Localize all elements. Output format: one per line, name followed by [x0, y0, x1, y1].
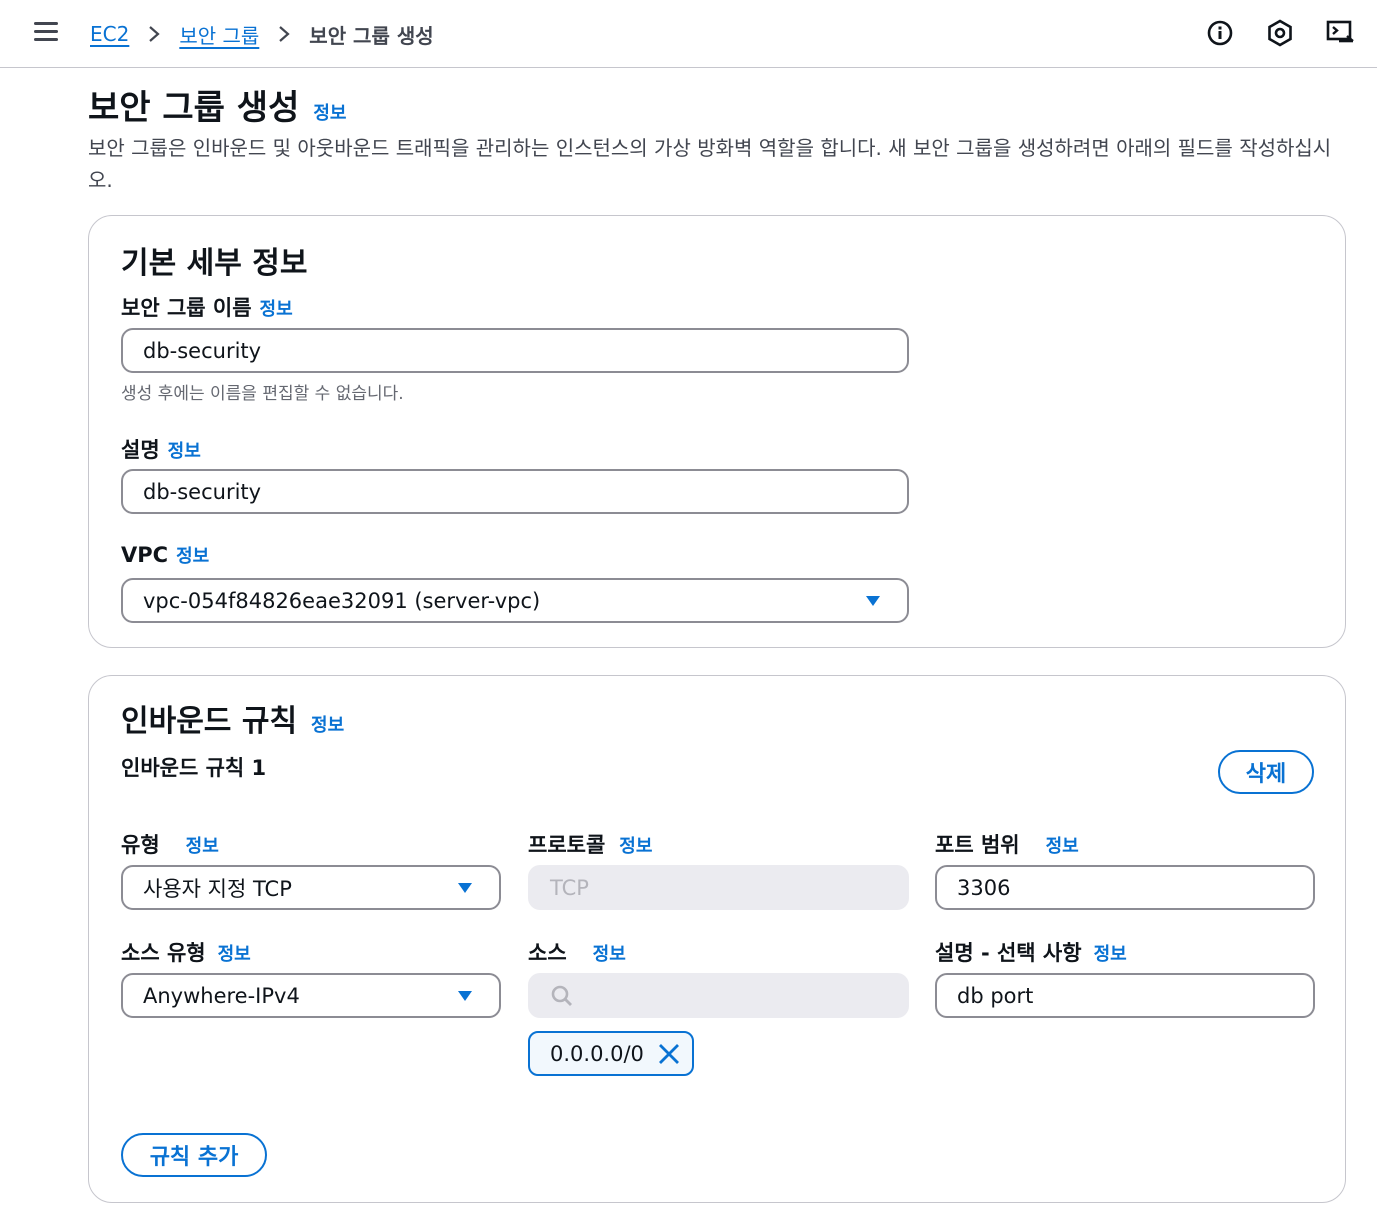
inbound-rule-1-title: 인바운드 규칙 1 [121, 756, 267, 780]
add-rule-button[interactable]: 규칙 추가 [121, 1133, 267, 1177]
chevron-right-icon [147, 26, 161, 42]
caret-down-icon [458, 883, 472, 893]
rule-description-label: 설명 - 선택 사항 정보 [935, 937, 1127, 967]
vpc-info-link[interactable]: 정보 [176, 542, 209, 568]
basic-details-title: 기본 세부 정보 [121, 238, 308, 282]
close-icon[interactable] [658, 1043, 680, 1065]
description-info-link[interactable]: 정보 [168, 437, 201, 463]
page-title: 보안 그룹 생성 [88, 88, 300, 128]
vpc-label-text: VPC [121, 543, 169, 567]
source-type-label-text: 소스 유형 [121, 941, 206, 965]
vpc-label: VPC 정보 [121, 542, 209, 568]
type-select[interactable]: 사용자 지정 TCP [121, 865, 501, 910]
delete-rule-button[interactable]: 삭제 [1218, 750, 1314, 794]
protocol-label: 프로토콜 정보 [528, 829, 652, 859]
type-value: 사용자 지정 TCP [143, 876, 292, 901]
sg-name-label-text: 보안 그룹 이름 [121, 296, 252, 320]
breadcrumb: EC2 보안 그룹 보안 그룹 생성 [90, 20, 434, 48]
source-label-text: 소스 [528, 941, 567, 965]
description-input[interactable]: db-security [121, 469, 909, 514]
sg-name-input[interactable]: db-security [121, 328, 909, 373]
sg-name-label: 보안 그룹 이름 정보 [121, 292, 293, 322]
info-circle-icon[interactable] [1205, 18, 1235, 48]
port-range-input[interactable]: 3306 [935, 865, 1315, 910]
page-info-link[interactable]: 정보 [313, 99, 346, 125]
source-type-info-link[interactable]: 정보 [218, 940, 251, 966]
caret-down-icon [458, 991, 472, 1001]
source-type-select[interactable]: Anywhere-IPv4 [121, 973, 501, 1018]
rule-description-info-link[interactable]: 정보 [1094, 940, 1127, 966]
source-type-label: 소스 유형 정보 [121, 937, 251, 967]
inbound-rules-panel: 인바운드 규칙 정보 인바운드 규칙 1 삭제 유형 정보 사용자 지정 TCP… [88, 675, 1346, 1203]
breadcrumb-ec2[interactable]: EC2 [90, 22, 129, 46]
description-label-text: 설명 [121, 438, 160, 462]
source-type-value: Anywhere-IPv4 [143, 983, 300, 1008]
page-description: 보안 그룹은 인바운드 및 아웃바운드 트래픽을 관리하는 인스턴스의 가상 방… [88, 136, 1332, 192]
type-label-text: 유형 [121, 833, 160, 857]
protocol-info-link[interactable]: 정보 [619, 832, 652, 858]
caret-down-icon [866, 596, 880, 606]
source-token: 0.0.0.0/0 [528, 1031, 694, 1076]
sg-name-value: db-security [143, 338, 262, 363]
rule-description-label-text: 설명 - 선택 사항 [935, 941, 1082, 965]
breadcrumb-security-groups[interactable]: 보안 그룹 [179, 20, 259, 49]
search-icon [551, 985, 572, 1006]
type-label: 유형 정보 [121, 829, 219, 859]
source-search-input[interactable] [528, 973, 909, 1018]
source-label: 소스 정보 [528, 937, 626, 967]
protocol-value: TCP [550, 875, 589, 900]
port-range-value: 3306 [957, 875, 1011, 900]
chevron-right-icon [277, 26, 291, 42]
description-label: 설명 정보 [121, 434, 201, 464]
page-header: 보안 그룹 생성 정보 [88, 80, 346, 129]
cloudshell-icon[interactable] [1325, 18, 1355, 48]
top-navigation: EC2 보안 그룹 보안 그룹 생성 [0, 0, 1377, 68]
vpc-value: vpc-054f84826eae32091 (server-vpc) [143, 588, 541, 613]
port-range-label-text: 포트 범위 [935, 833, 1020, 857]
rule-description-input[interactable]: db port [935, 973, 1315, 1018]
port-range-info-link[interactable]: 정보 [1046, 832, 1079, 858]
inbound-rules-heading: 인바운드 규칙 [121, 704, 298, 739]
sg-name-hint: 생성 후에는 이름을 편집할 수 없습니다. [121, 384, 404, 404]
protocol-label-text: 프로토콜 [528, 833, 606, 857]
protocol-input: TCP [528, 865, 909, 910]
port-range-label: 포트 범위 정보 [935, 829, 1079, 859]
settings-hex-icon[interactable] [1265, 18, 1295, 48]
rule-description-value: db port [957, 983, 1034, 1008]
inbound-info-link[interactable]: 정보 [311, 711, 344, 737]
sg-name-info-link[interactable]: 정보 [260, 295, 293, 321]
menu-icon[interactable] [34, 22, 58, 44]
description-value: db-security [143, 479, 262, 504]
basic-details-heading: 기본 세부 정보 [121, 246, 308, 281]
type-info-link[interactable]: 정보 [186, 832, 219, 858]
inbound-rules-title: 인바운드 규칙 정보 [121, 696, 344, 740]
source-token-value: 0.0.0.0/0 [550, 1041, 644, 1066]
vpc-select[interactable]: vpc-054f84826eae32091 (server-vpc) [121, 578, 909, 623]
basic-details-panel: 기본 세부 정보 보안 그룹 이름 정보 db-security 생성 후에는 … [88, 215, 1346, 648]
source-info-link[interactable]: 정보 [593, 940, 626, 966]
breadcrumb-current: 보안 그룹 생성 [309, 23, 434, 48]
